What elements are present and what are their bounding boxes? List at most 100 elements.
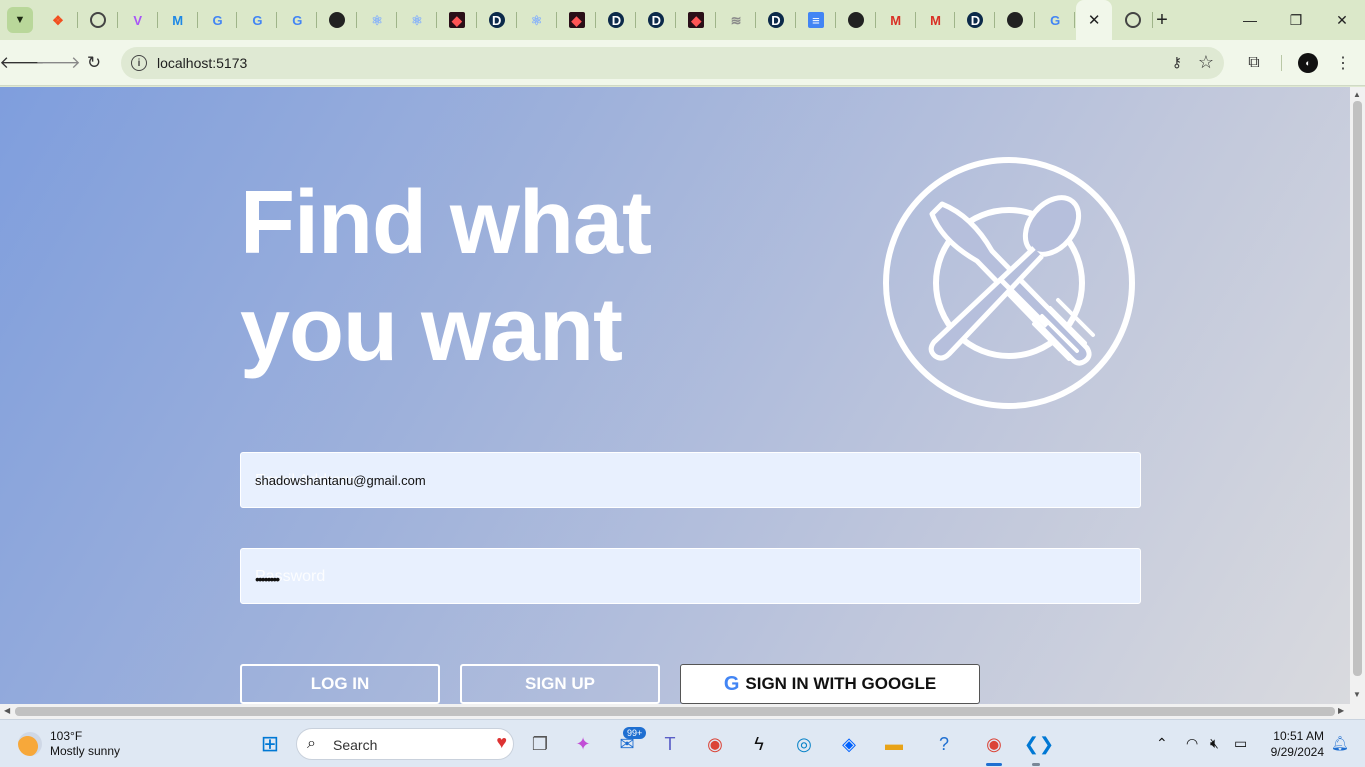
teams-icon[interactable]: T: [655, 729, 685, 759]
browser-tab[interactable]: D: [955, 0, 996, 40]
password-value[interactable]: ••••••••: [255, 571, 280, 587]
search-icon: ⌕: [307, 735, 316, 752]
browser-tab[interactable]: ❖: [38, 0, 78, 40]
wifi-icon[interactable]: ◠: [1186, 735, 1198, 752]
browser-tab[interactable]: ◆: [437, 0, 477, 40]
file-explorer-icon[interactable]: ▬: [879, 729, 909, 759]
extensions-icon[interactable]: ⧉: [1242, 51, 1266, 75]
reload-button[interactable]: ↻: [82, 51, 106, 75]
browser-tab[interactable]: G: [1035, 0, 1076, 40]
close-window-button[interactable]: ✕: [1319, 0, 1365, 40]
taskbar-search[interactable]: ⌕ Search ♥: [296, 728, 514, 760]
email-field[interactable]: Email Address shadowshantanu@gmail.com: [240, 452, 1141, 508]
password-field[interactable]: Password ••••••••: [240, 548, 1141, 604]
signup-button[interactable]: SIGN UP: [460, 664, 660, 704]
browser-tab[interactable]: [317, 0, 358, 40]
plate-utensils-icon: [883, 157, 1135, 409]
google-icon: G: [723, 672, 740, 695]
hero-heading: Find what you want: [240, 170, 700, 384]
chrome-active-icon[interactable]: ◉: [979, 729, 1009, 759]
taskbar-search-label: Search: [333, 737, 378, 753]
horizontal-scroll-thumb[interactable]: [15, 707, 1335, 716]
browser-tab[interactable]: ⚛: [517, 0, 557, 40]
back-button[interactable]: 🡐: [0, 51, 45, 75]
bookmark-star-icon[interactable]: ☆: [1198, 52, 1214, 73]
browser-tab[interactable]: G: [198, 0, 238, 40]
battery-icon[interactable]: ▭: [1234, 735, 1247, 752]
chrome-icon[interactable]: ◉: [700, 729, 730, 759]
scroll-down-arrow-icon[interactable]: ▼: [1353, 690, 1361, 699]
hero-heading-line2: you want: [240, 280, 623, 380]
new-tab-button[interactable]: +: [1150, 8, 1174, 32]
clock-date: 9/29/2024: [1270, 745, 1324, 759]
weather-widget[interactable]: 103°F Mostly sunny: [18, 729, 120, 759]
google-signin-label: SIGN IN WITH GOOGLE: [745, 674, 937, 693]
react-icon: ⚛: [530, 12, 543, 28]
browser-tab[interactable]: V: [118, 0, 158, 40]
d-app-icon: D: [767, 12, 784, 28]
browser-tab[interactable]: M: [876, 0, 916, 40]
cursor-app-icon[interactable]: ϟ: [744, 729, 774, 759]
notification-bell-icon[interactable]: 🔔︎: [1331, 735, 1349, 752]
volume-muted-icon[interactable]: 🔇︎: [1210, 735, 1219, 752]
browser-toolbar: 🡐 🡒 ↻ i localhost:5173 ⚷ ☆ ⧉ ◐ ⋮: [0, 40, 1365, 86]
browser-tab[interactable]: ⚛: [397, 0, 437, 40]
address-bar[interactable]: i localhost:5173 ⚷ ☆: [121, 47, 1224, 79]
browser-tab[interactable]: ◆: [676, 0, 717, 40]
vertical-scrollbar[interactable]: ▲ ▼: [1350, 87, 1365, 704]
browser-tab[interactable]: D: [756, 0, 796, 40]
menu-icon[interactable]: ⋮: [1331, 51, 1355, 75]
scroll-left-arrow-icon[interactable]: ◀: [4, 706, 10, 715]
task-view-icon[interactable]: ❐: [525, 729, 555, 759]
password-key-icon[interactable]: ⚷: [1172, 54, 1182, 71]
google-signin-button[interactable]: G SIGN IN WITH GOOGLE: [680, 664, 980, 704]
horizontal-scrollbar[interactable]: ◀ ▶: [0, 704, 1365, 719]
help-icon[interactable]: ?: [929, 729, 959, 759]
browser-tab[interactable]: [1113, 0, 1153, 40]
vscode-icon[interactable]: ❮❯: [1024, 729, 1054, 759]
stack-icon: ≋: [730, 12, 742, 28]
windows-start-icon[interactable]: ⊞: [255, 729, 285, 759]
profile-avatar[interactable]: ◐: [1296, 51, 1320, 75]
browser-tab[interactable]: D: [477, 0, 517, 40]
google-icon: G: [1050, 12, 1061, 28]
vertical-scroll-thumb[interactable]: [1353, 101, 1362, 676]
running-app-indicator: [1032, 763, 1040, 766]
gmail-icon: M: [890, 12, 902, 28]
browser-tab[interactable]: D: [596, 0, 637, 40]
close-tab-icon[interactable]: ✕: [1086, 12, 1102, 28]
page-viewport: Find what you want Email Address shadows…: [0, 87, 1350, 704]
scroll-right-arrow-icon[interactable]: ▶: [1338, 706, 1344, 715]
active-app-indicator: [986, 763, 1002, 766]
browser-tab[interactable]: ⚛: [357, 0, 397, 40]
browser-tab[interactable]: ◆: [557, 0, 597, 40]
forward-button[interactable]: 🡒: [35, 51, 81, 75]
maximize-button[interactable]: ❐: [1273, 0, 1319, 40]
copilot-icon[interactable]: ✦: [568, 729, 598, 759]
browser-tab[interactable]: [836, 0, 876, 40]
browser-tab[interactable]: ≡: [796, 0, 836, 40]
system-clock[interactable]: 10:51 AM 9/29/2024: [1262, 728, 1324, 760]
vite-icon: V: [133, 12, 143, 28]
site-info-icon[interactable]: i: [131, 55, 147, 71]
email-value[interactable]: shadowshantanu@gmail.com: [255, 473, 426, 488]
scroll-up-arrow-icon[interactable]: ▲: [1353, 90, 1361, 99]
tray-overflow-icon[interactable]: ⌃: [1156, 735, 1168, 752]
dropbox-icon[interactable]: ◈: [834, 729, 864, 759]
url-text[interactable]: localhost:5173: [157, 55, 247, 71]
browser-tab[interactable]: G: [277, 0, 318, 40]
tab-search-button[interactable]: ▼: [7, 7, 33, 33]
mui-icon: M: [172, 12, 184, 28]
active-tab[interactable]: ✕: [1076, 0, 1113, 40]
browser-tab[interactable]: [78, 0, 118, 40]
browser-tab[interactable]: M: [158, 0, 198, 40]
browser-tab[interactable]: D: [636, 0, 677, 40]
figma-icon: ❖: [52, 12, 64, 28]
minimize-button[interactable]: —: [1227, 0, 1273, 40]
browser-tab[interactable]: G: [237, 0, 278, 40]
browser-tab[interactable]: M: [916, 0, 956, 40]
edge-icon[interactable]: ◎: [789, 729, 819, 759]
browser-tab[interactable]: ≋: [716, 0, 756, 40]
browser-tab[interactable]: [995, 0, 1036, 40]
login-button[interactable]: LOG IN: [240, 664, 440, 704]
